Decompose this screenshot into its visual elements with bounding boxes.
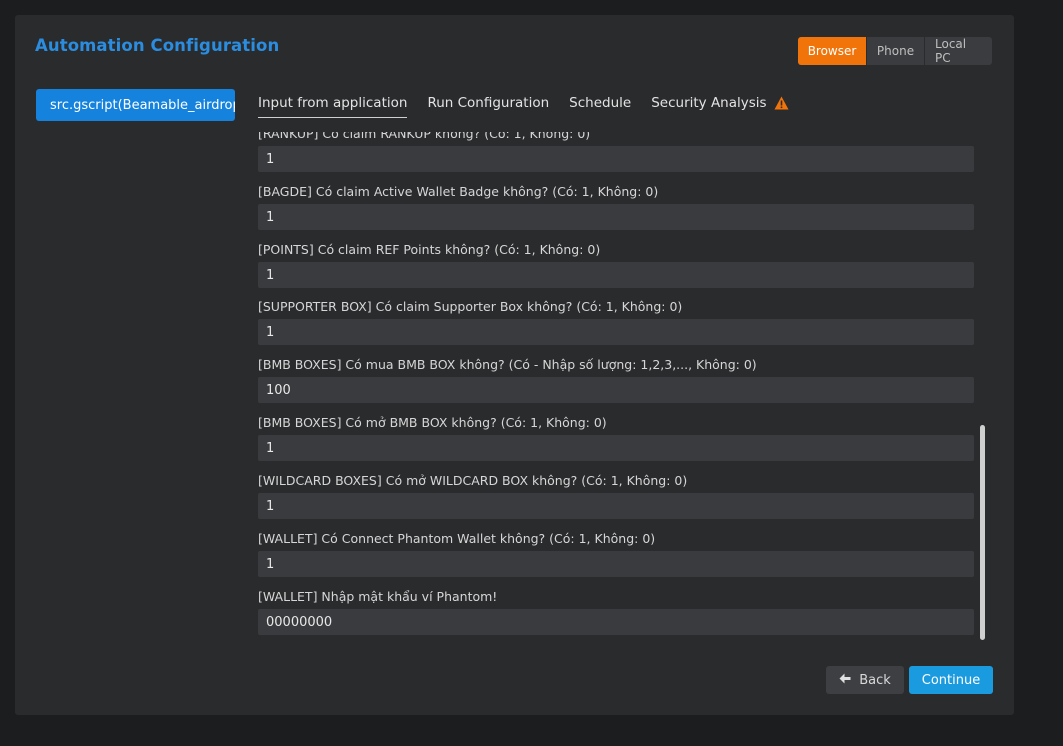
field-input[interactable]: 1 bbox=[258, 435, 974, 461]
field-label: [WALLET] Có Connect Phantom Wallet không… bbox=[258, 531, 656, 546]
automation-config-panel: Automation Configuration Browser Phone L… bbox=[15, 15, 1014, 715]
field-label: [POINTS] Có claim REF Points không? (Có:… bbox=[258, 242, 601, 257]
field-label: [BMB BOXES] Có mở BMB BOX không? (Có: 1,… bbox=[258, 415, 607, 430]
tab-label: Schedule bbox=[569, 95, 632, 111]
field-input[interactable]: 100 bbox=[258, 377, 974, 403]
back-button[interactable]: Back bbox=[826, 666, 904, 694]
tab-security-analysis[interactable]: Security Analysis bbox=[651, 88, 789, 118]
tab-label: Security Analysis bbox=[651, 95, 767, 111]
warning-icon bbox=[774, 96, 789, 110]
input-fields-scroll-area[interactable]: [RANKUP] Có claim RANKUP không? (Có: 1, … bbox=[258, 132, 975, 642]
field-wallet-connect: [WALLET] Có Connect Phantom Wallet không… bbox=[258, 529, 974, 577]
field-input[interactable]: 1 bbox=[258, 319, 974, 345]
back-label: Back bbox=[859, 672, 891, 688]
continue-button[interactable]: Continue bbox=[909, 666, 993, 694]
field-wallet-password: [WALLET] Nhập mật khẩu ví Phantom! 00000… bbox=[258, 587, 974, 635]
field-label: [WILDCARD BOXES] Có mở WILDCARD BOX khôn… bbox=[258, 473, 688, 488]
platform-local-pc-button[interactable]: Local PC bbox=[924, 37, 992, 65]
field-input[interactable]: 1 bbox=[258, 262, 974, 288]
field-points: [POINTS] Có claim REF Points không? (Có:… bbox=[258, 240, 974, 288]
platform-selector: Browser Phone Local PC bbox=[798, 37, 992, 65]
script-name-label: (Beamable_airdrop bbox=[117, 97, 235, 113]
platform-phone-button[interactable]: Phone bbox=[866, 37, 924, 65]
config-tabs: Input from application Run Configuration… bbox=[258, 88, 809, 122]
field-bmb-box-open: [BMB BOXES] Có mở BMB BOX không? (Có: 1,… bbox=[258, 413, 974, 461]
field-input[interactable]: 00000000 bbox=[258, 609, 974, 635]
field-input[interactable]: 1 bbox=[258, 493, 974, 519]
page-title: Automation Configuration bbox=[35, 36, 280, 55]
tab-label: Run Configuration bbox=[427, 95, 550, 111]
tab-run-configuration[interactable]: Run Configuration bbox=[427, 88, 549, 118]
tab-label: Input from application bbox=[258, 94, 408, 111]
field-wildcard-box-open: [WILDCARD BOXES] Có mở WILDCARD BOX khôn… bbox=[258, 471, 974, 519]
field-input[interactable]: 1 bbox=[258, 146, 974, 172]
field-input[interactable]: 1 bbox=[258, 204, 974, 230]
field-supporter-box: [SUPPORTER BOX] Có claim Supporter Box k… bbox=[258, 297, 974, 345]
arrow-left-icon bbox=[839, 673, 851, 688]
tab-input-from-application[interactable]: Input from application bbox=[258, 88, 408, 118]
platform-browser-button[interactable]: Browser bbox=[798, 37, 866, 65]
script-file-label: src.gscript bbox=[50, 97, 118, 113]
tab-schedule[interactable]: Schedule bbox=[569, 88, 631, 118]
field-bmb-box-buy: [BMB BOXES] Có mua BMB BOX không? (Có - … bbox=[258, 355, 974, 403]
field-label: [SUPPORTER BOX] Có claim Supporter Box k… bbox=[258, 299, 683, 314]
field-label: [WALLET] Nhập mật khẩu ví Phantom! bbox=[258, 589, 498, 604]
field-label: [BAGDE] Có claim Active Wallet Badge khô… bbox=[258, 184, 659, 199]
field-label: [BMB BOXES] Có mua BMB BOX không? (Có - … bbox=[258, 357, 757, 372]
field-input[interactable]: 1 bbox=[258, 551, 974, 577]
vertical-scrollbar[interactable] bbox=[980, 425, 985, 640]
field-rankup: [RANKUP] Có claim RANKUP không? (Có: 1, … bbox=[258, 132, 974, 172]
field-label: [RANKUP] Có claim RANKUP không? (Có: 1, … bbox=[258, 132, 591, 141]
field-badge: [BAGDE] Có claim Active Wallet Badge khô… bbox=[258, 182, 974, 230]
script-selector-button[interactable]: src.gscript (Beamable_airdrop bbox=[36, 89, 235, 121]
